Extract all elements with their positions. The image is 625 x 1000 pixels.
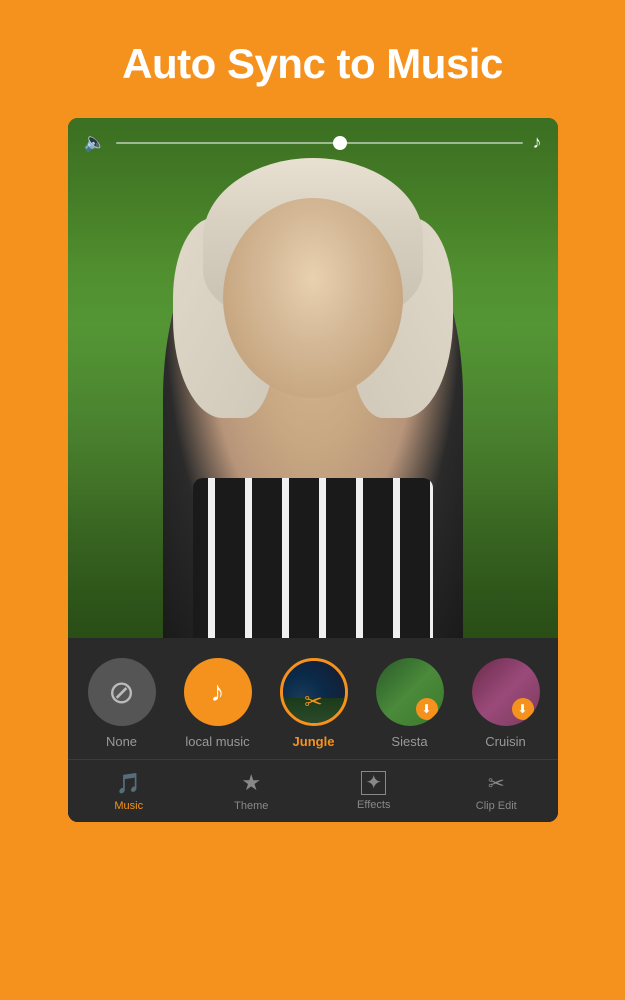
effects-nav-label: Effects <box>357 799 390 811</box>
clip-edit-nav-icon: ✂ <box>488 771 505 796</box>
music-nav-icon: 🎵 <box>116 771 141 796</box>
none-icon: ⊘ <box>108 673 135 711</box>
phone-frame: 🔈 ♪ ⊘ None ♪ local music <box>68 118 558 822</box>
music-note-icon: ♪ <box>533 132 542 153</box>
clothing <box>193 478 433 638</box>
theme-nav-icon: ★ <box>241 770 261 796</box>
page-title: Auto Sync to Music <box>30 40 595 88</box>
local-music-circle: ♪ <box>184 658 252 726</box>
nav-item-effects[interactable]: ✦ Effects <box>313 760 436 822</box>
volume-icon[interactable]: 🔈 <box>84 132 106 153</box>
nav-item-theme[interactable]: ★ Theme <box>190 760 313 822</box>
none-circle: ⊘ <box>88 658 156 726</box>
jungle-thumbnail: ✂ <box>283 661 345 723</box>
music-nav-label: Music <box>114 800 143 812</box>
none-label: None <box>106 734 137 749</box>
seek-bar[interactable] <box>116 142 523 144</box>
header: Auto Sync to Music <box>0 0 625 118</box>
local-music-label: local music <box>185 734 249 749</box>
music-options-row: ⊘ None ♪ local music ✂ Jungle <box>68 638 558 759</box>
video-controls: 🔈 ♪ <box>68 118 558 167</box>
jungle-label: Jungle <box>293 734 335 749</box>
siesta-download-icon: ⬇ <box>416 698 438 720</box>
music-option-siesta[interactable]: ⬇ Siesta <box>366 658 454 749</box>
clip-edit-nav-label: Clip Edit <box>476 800 517 812</box>
effects-nav-icon: ✦ <box>361 771 386 795</box>
face <box>223 198 403 398</box>
siesta-thumbnail: ⬇ <box>376 658 444 726</box>
local-music-icon: ♪ <box>211 676 225 708</box>
theme-nav-label: Theme <box>234 800 268 812</box>
music-option-jungle[interactable]: ✂ Jungle <box>270 658 358 749</box>
cruisin-thumbnail: ⬇ <box>472 658 540 726</box>
video-area: 🔈 ♪ <box>68 118 558 638</box>
jungle-circle: ✂ <box>280 658 348 726</box>
nav-item-music[interactable]: 🎵 Music <box>68 760 191 822</box>
cruisin-circle: ⬇ <box>472 658 540 726</box>
person-image <box>163 158 463 638</box>
jungle-scissors-icon: ✂ <box>304 689 322 715</box>
music-option-cruisin[interactable]: ⬇ Cruisin <box>462 658 550 749</box>
seek-thumb <box>333 136 347 150</box>
cruisin-download-icon: ⬇ <box>512 698 534 720</box>
siesta-circle: ⬇ <box>376 658 444 726</box>
nav-item-clip-edit[interactable]: ✂ Clip Edit <box>435 760 558 822</box>
cruisin-label: Cruisin <box>485 734 525 749</box>
siesta-label: Siesta <box>391 734 427 749</box>
bottom-panel: ⊘ None ♪ local music ✂ Jungle <box>68 638 558 822</box>
music-option-none[interactable]: ⊘ None <box>78 658 166 749</box>
music-option-local[interactable]: ♪ local music <box>174 658 262 749</box>
bottom-nav: 🎵 Music ★ Theme ✦ Effects ✂ Clip Edit <box>68 759 558 822</box>
